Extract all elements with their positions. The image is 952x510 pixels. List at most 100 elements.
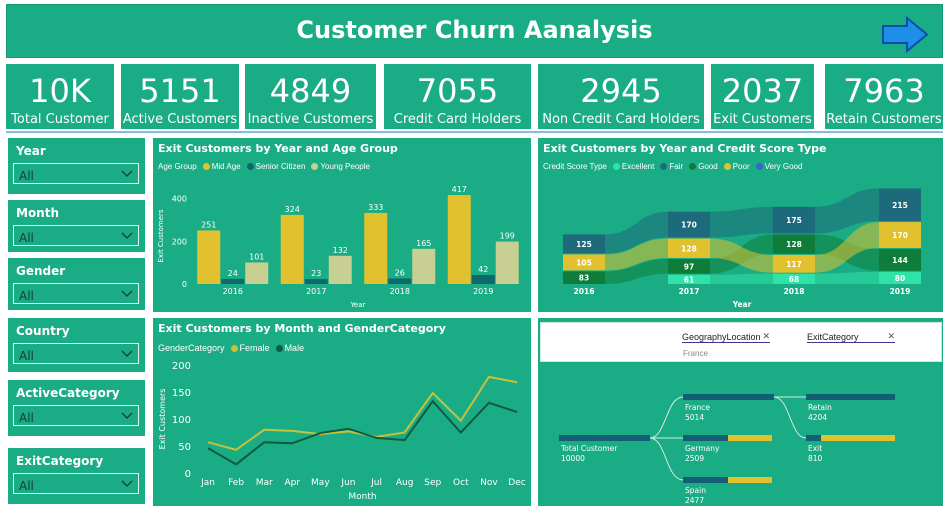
slicer-label: Year	[16, 144, 46, 158]
data-label: 324	[285, 205, 300, 214]
exit-by-month-gender-chart: Exit Customers by Month and GenderCatego…	[153, 318, 531, 506]
data-label: 97	[684, 262, 694, 271]
bar	[328, 255, 352, 284]
data-label: 170	[892, 231, 908, 240]
kpi-retain-customers: 7963 Retain Customers	[825, 64, 943, 129]
node-exit[interactable]	[806, 435, 895, 441]
data-label: 128	[786, 240, 802, 249]
y-tick-label: 0	[185, 469, 191, 480]
month-dropdown[interactable]: All	[13, 225, 139, 246]
x-tick-label: 2016	[223, 287, 243, 296]
country-slicer[interactable]: Country All	[8, 318, 145, 372]
node-value: 2509	[685, 454, 704, 463]
node-label: Spain	[685, 486, 706, 495]
bar	[495, 241, 519, 284]
chevron-down-icon[interactable]	[121, 347, 133, 359]
node-spain[interactable]	[683, 477, 772, 483]
data-label: 26	[395, 268, 405, 277]
close-icon[interactable]: ✕	[887, 331, 895, 342]
connector	[649, 396, 684, 439]
bar	[197, 230, 221, 284]
data-label: 68	[789, 275, 799, 284]
chevron-down-icon[interactable]	[121, 477, 133, 489]
x-tick-label: Apr	[284, 478, 300, 488]
exitcategory-slicer[interactable]: ExitCategory All	[8, 448, 145, 504]
x-tick-label: Jun	[340, 478, 355, 488]
kpi-total-customer: 10K Total Customer	[6, 64, 114, 129]
x-tick-label: Sep	[424, 478, 441, 488]
series-line	[207, 375, 518, 451]
x-tick-label: Aug	[396, 478, 414, 488]
bar	[304, 279, 328, 284]
node-bar-filled	[683, 477, 728, 483]
line-chart: 0 50 100 150 200 Exit Customers Jan Feb Mar Apr Ma…	[158, 361, 526, 502]
x-tick-label: Feb	[228, 478, 244, 488]
slicer-value: All	[19, 169, 34, 183]
node-france[interactable]	[683, 394, 774, 400]
node-total-customer[interactable]	[559, 435, 650, 441]
bar	[280, 214, 304, 284]
node-retain[interactable]	[806, 394, 895, 400]
year-dropdown[interactable]: All	[13, 163, 139, 184]
data-label: 417	[452, 185, 467, 194]
bar	[471, 275, 495, 284]
x-axis-title: Year	[732, 300, 752, 309]
data-label: 132	[333, 246, 348, 255]
y-axis-title: Exit Customers	[157, 209, 165, 262]
bar	[447, 195, 471, 284]
activecategory-slicer[interactable]: ActiveCategory All	[8, 380, 145, 436]
exitcategory-dropdown[interactable]: All	[13, 473, 139, 494]
geography-filter[interactable]: GeographyLocation ✕	[682, 331, 770, 343]
country-dropdown[interactable]: All	[13, 343, 139, 364]
node-bar-rest	[728, 477, 772, 483]
activecategory-dropdown[interactable]: All	[13, 405, 139, 426]
kpi-label: Active Customers	[122, 112, 238, 127]
data-label: 24	[228, 269, 238, 278]
gender-slicer[interactable]: Gender All	[8, 258, 145, 310]
kpi-value: 7963	[843, 72, 925, 110]
data-label: 125	[576, 240, 592, 249]
chevron-down-icon[interactable]	[121, 409, 133, 421]
y-tick-label: 400	[172, 195, 187, 204]
node-bar-filled	[683, 435, 728, 441]
header-divider	[6, 131, 943, 133]
x-tick-label: Dec	[508, 478, 525, 488]
kpi-inactive-customers: 4849 Inactive Customers	[245, 64, 376, 129]
data-label: 144	[892, 256, 908, 265]
node-label: France	[685, 403, 710, 412]
x-tick-label: 2017	[679, 287, 700, 296]
y-tick-label: 0	[182, 280, 187, 289]
month-slicer[interactable]: Month All	[8, 200, 145, 252]
gender-dropdown[interactable]: All	[13, 283, 139, 304]
node-bar	[559, 435, 650, 441]
node-bar	[806, 394, 895, 400]
data-label: 117	[786, 260, 802, 269]
data-label: 251	[201, 220, 216, 229]
connector	[773, 396, 807, 439]
y-tick-label: 200	[172, 361, 191, 372]
kpi-value: 4849	[269, 72, 352, 110]
node-germany[interactable]	[683, 435, 772, 441]
chevron-down-icon[interactable]	[121, 167, 133, 179]
chevron-down-icon[interactable]	[121, 287, 133, 299]
y-tick-label: 50	[178, 442, 191, 453]
close-icon[interactable]: ✕	[762, 331, 770, 342]
arrow-right-icon[interactable]	[882, 16, 928, 53]
exit-by-year-age-chart: Exit Customers by Year and Age Group Age…	[153, 138, 531, 312]
node-value: 4204	[808, 413, 827, 422]
x-tick-label: 2018	[784, 287, 805, 296]
data-label: 333	[368, 203, 383, 212]
x-tick-label: 2018	[390, 287, 410, 296]
year-slicer[interactable]: Year All	[8, 138, 145, 194]
node-label: Retain	[808, 403, 832, 412]
node-label: Total Customer	[560, 444, 618, 453]
kpi-active-customers: 5151 Active Customers	[121, 64, 239, 129]
x-axis-title: Year	[350, 301, 366, 309]
data-label: 83	[579, 274, 589, 283]
node-value: 10000	[561, 454, 585, 463]
exitcategory-filter[interactable]: ExitCategory ✕	[807, 331, 895, 343]
chevron-down-icon[interactable]	[121, 229, 133, 241]
slicer-value: All	[19, 349, 34, 363]
y-tick-label: 100	[172, 415, 191, 426]
kpi-value: 7055	[416, 72, 499, 110]
